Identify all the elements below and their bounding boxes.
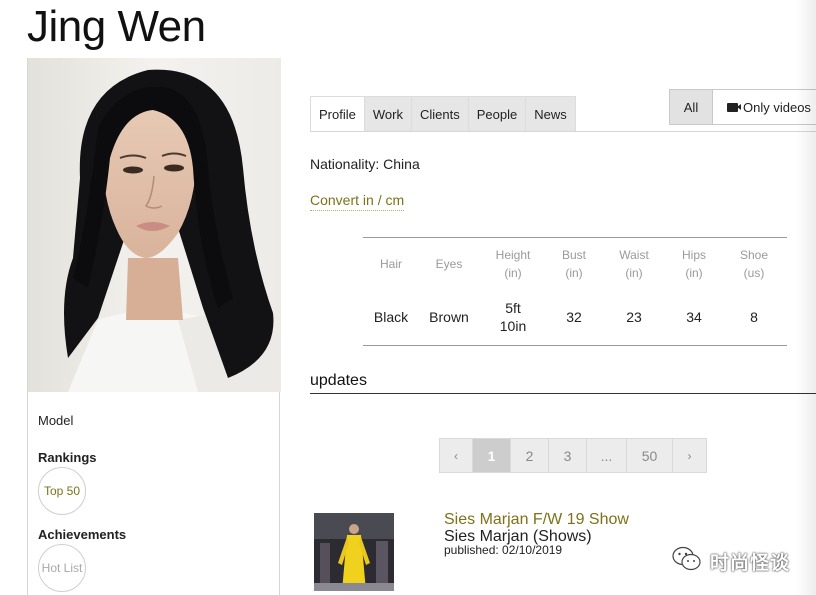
rankings-heading: Rankings [38,450,97,465]
news-published-date: published: 02/10/2019 [444,543,563,557]
pagination-page-1[interactable]: 1 [473,438,511,473]
tab-people[interactable]: People [468,96,527,132]
wechat-logo-icon [672,546,702,577]
nationality-text: Nationality: China [310,156,420,172]
tab-profile[interactable]: Profile [310,96,365,132]
value-hair: Black [373,309,409,326]
model-role-label: Model [38,413,74,428]
profile-sidebar: Model Rankings Top 50 Achievements Hot L… [27,58,281,595]
pagination-next-button[interactable]: › [673,438,707,473]
video-camera-icon [727,102,741,112]
news-thumbnail[interactable] [314,513,394,591]
value-waist: 23 [626,309,642,326]
value-hips: 34 [686,309,702,326]
measurements-header-row: Hair Eyes Height (in) Bust (in) Waist (in) … [363,238,787,290]
achievement-badge-hot-list[interactable]: Hot List [38,544,86,592]
news-title-link[interactable]: Sies Marjan F/W 19 Show [444,511,629,529]
pagination-ellipsis: ... [587,438,627,473]
tab-clients[interactable]: Clients [411,96,469,132]
value-shoe: 8 [750,309,758,326]
only-videos-label: Only videos [743,99,811,115]
measurements-value-row: Black Brown 5ft 10in 32 23 34 8 [363,290,787,346]
pagination-page-50[interactable]: 50 [627,438,673,473]
tab-work[interactable]: Work [364,96,412,132]
ranking-badge-top-50[interactable]: Top 50 [38,467,86,515]
watermark-text: 时尚怪谈 [710,553,791,574]
header-hair: Hair [379,256,402,271]
pagination-prev-button[interactable]: ‹ [439,438,473,473]
convert-units-link[interactable]: Convert in / cm [310,192,405,211]
pagination-page-2[interactable]: 2 [511,438,549,473]
value-bust: 32 [566,309,582,326]
model-name-title: Jing Wen [27,2,206,51]
header-bust: Bust (in) [561,247,586,280]
header-shoe: Shoe (us) [739,247,769,280]
pagination: ‹ 1 2 3 ... 50 › [439,438,707,473]
filter-all-button[interactable]: All [669,89,713,125]
value-eyes: Brown [429,309,469,326]
header-waist: Waist (in) [619,247,649,280]
filter-only-videos-button[interactable]: Only videos [713,89,816,125]
header-eyes: Eyes [435,256,463,271]
tab-divider [310,131,816,132]
header-hips: Hips (in) [681,247,706,280]
model-portrait-photo[interactable] [28,58,281,392]
updates-divider [310,393,816,394]
tab-news[interactable]: News [526,96,576,132]
value-height: 5ft 10in [499,300,527,335]
measurements-table: Hair Eyes Height (in) Bust (in) Waist (in) … [363,237,787,346]
header-height: Height (in) [495,247,531,280]
pagination-page-3[interactable]: 3 [549,438,587,473]
profile-tabs: Profile Work Clients People News [310,96,576,132]
achievements-heading: Achievements [38,527,127,542]
updates-heading: updates [310,372,367,389]
media-filter-toggle: All Only videos [669,89,816,125]
watermark: 时尚怪谈 [672,546,790,577]
